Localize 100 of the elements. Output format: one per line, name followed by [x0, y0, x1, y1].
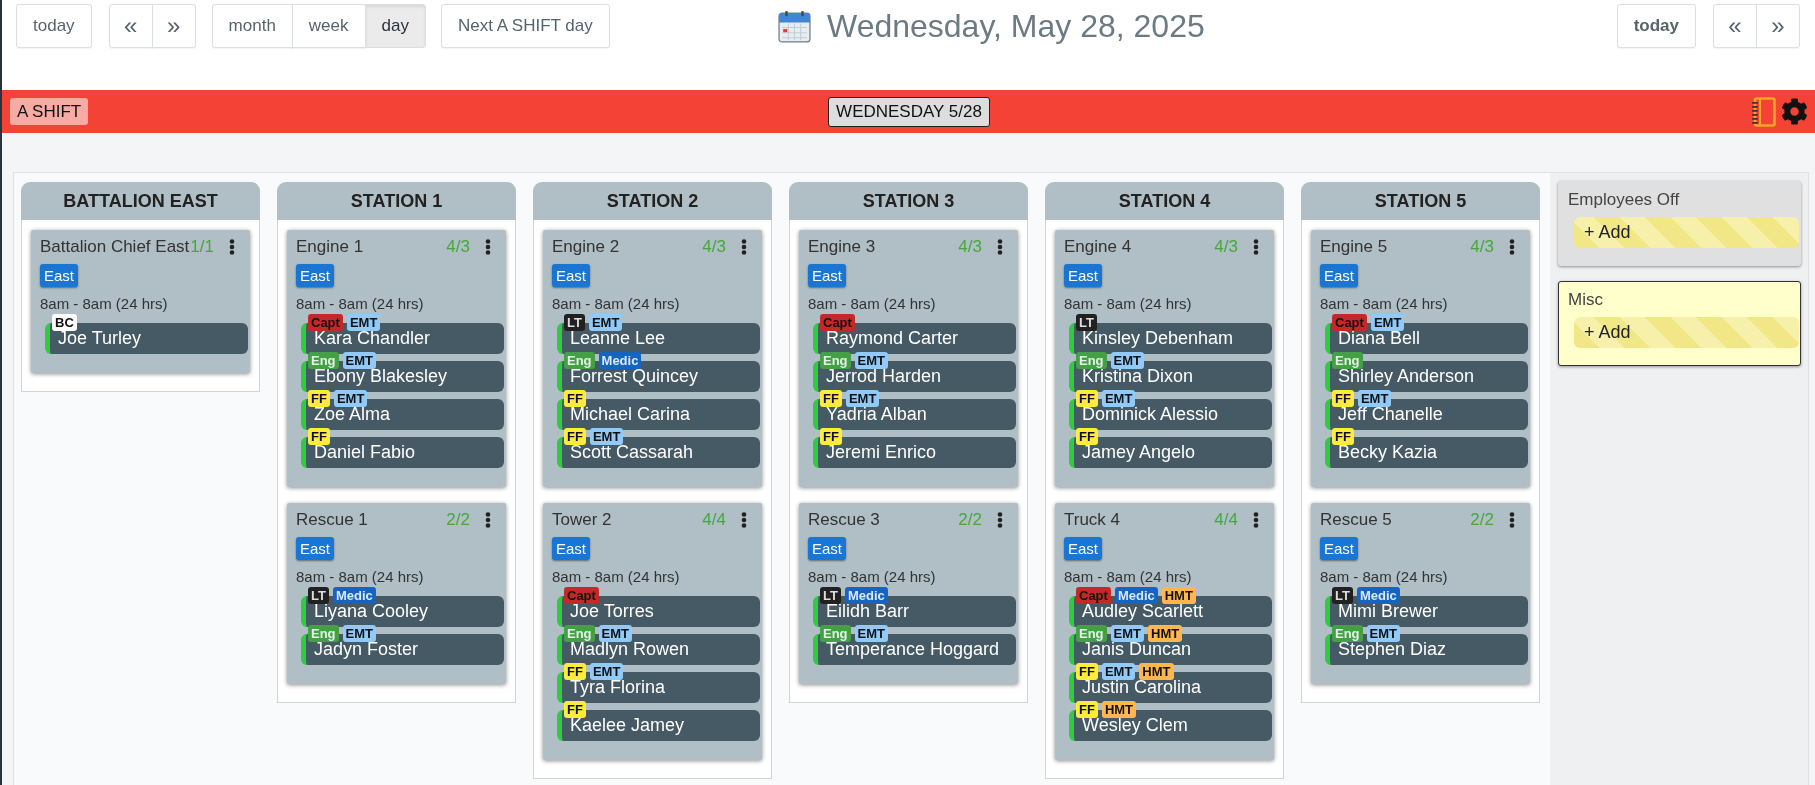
unit-name: Tower 2: [552, 510, 613, 530]
staffing-count: 4/3: [958, 237, 982, 257]
zone-tag: East: [296, 264, 334, 287]
qualification-tag: BC: [52, 314, 77, 331]
staffing-count: 4/3: [446, 237, 470, 257]
qualification-tag: FF: [1076, 428, 1098, 445]
today-button[interactable]: today: [16, 4, 92, 48]
calendar-icon: [778, 9, 811, 43]
qualification-tag: LT: [564, 314, 585, 331]
next-button[interactable]: »: [151, 4, 196, 48]
zone-tag: East: [552, 264, 590, 287]
qualification-tag: Eng: [308, 625, 339, 642]
qualification-tag: Medic: [332, 587, 376, 604]
more-options-icon[interactable]: [229, 239, 235, 255]
notebook-icon[interactable]: [1751, 96, 1776, 127]
staffing-count: 4/4: [702, 510, 726, 530]
qualification-tag: EMT: [589, 663, 624, 680]
qualification-tag: HMT: [1101, 701, 1137, 718]
zone-tag: East: [808, 537, 846, 560]
zone-tag: East: [1320, 537, 1358, 560]
qualification-tag: EMT: [854, 352, 888, 369]
more-options-icon[interactable]: [997, 512, 1003, 528]
zone-tag: East: [1320, 264, 1358, 287]
staffing-count: 4/3: [702, 237, 726, 257]
qualification-tag: FF: [564, 428, 586, 445]
column-header: BATTALION EAST: [21, 182, 260, 220]
shift-hours: 8am - 8am (24 hrs): [552, 567, 681, 587]
add-button[interactable]: + Add: [1574, 317, 1799, 348]
zone-tag: East: [1064, 264, 1102, 287]
more-options-icon[interactable]: [485, 239, 491, 255]
qualification-tag: FF: [1076, 701, 1098, 718]
more-options-icon[interactable]: [1509, 512, 1515, 528]
previous-button[interactable]: «: [108, 4, 153, 48]
zone-tag: East: [1064, 537, 1102, 560]
qualification-tag: EMT: [598, 625, 632, 642]
shift-hours: 8am - 8am (24 hrs): [1320, 294, 1449, 314]
more-options-icon[interactable]: [1253, 239, 1259, 255]
zone-tag: East: [808, 264, 846, 287]
more-options-icon[interactable]: [997, 239, 1003, 255]
qualification-tag: EMT: [1357, 390, 1392, 407]
more-options-icon[interactable]: [741, 512, 747, 528]
qualification-tag: Eng: [1076, 625, 1107, 642]
qualification-tag: FF: [820, 390, 842, 407]
qualification-tag: HMT: [1139, 663, 1174, 680]
next-shift-button[interactable]: Next A SHIFT day: [440, 4, 610, 48]
unit-name: Rescue 5: [1320, 510, 1393, 530]
shift-hours: 8am - 8am (24 hrs): [1064, 567, 1193, 587]
qualification-tag: EMT: [1101, 663, 1136, 680]
view-tab[interactable]: month: [211, 4, 293, 48]
view-tab[interactable]: day: [364, 4, 426, 48]
qualification-tag: EMT: [1110, 352, 1144, 369]
column-header: STATION 1: [277, 182, 516, 220]
column-header: STATION 5: [1301, 182, 1540, 220]
zone-tag: East: [552, 537, 590, 560]
qualification-tag: FF: [564, 663, 586, 680]
shift-hours: 8am - 8am (24 hrs): [1320, 567, 1449, 587]
shift-hours: 8am - 8am (24 hrs): [296, 567, 425, 587]
staffing-count: 2/2: [1470, 510, 1494, 530]
column-header: STATION 3: [789, 182, 1028, 220]
shift-hours: 8am - 8am (24 hrs): [808, 567, 937, 587]
unit-name: Engine 5: [1320, 237, 1389, 257]
shift-hours: 8am - 8am (24 hrs): [808, 294, 937, 314]
column-header: STATION 2: [533, 182, 772, 220]
view-tab[interactable]: week: [291, 4, 366, 48]
qualification-tag: LT: [820, 587, 841, 604]
panel-title: Misc: [1568, 289, 1604, 311]
more-options-icon[interactable]: [741, 239, 747, 255]
shift-hours: 8am - 8am (24 hrs): [1064, 294, 1193, 314]
staffing-count: 1/1: [190, 237, 214, 257]
qualification-tag: LT: [1076, 314, 1097, 331]
unit-name: Rescue 1: [296, 510, 369, 530]
qualification-tag: HMT: [1148, 625, 1183, 642]
settings-icon[interactable]: [1781, 98, 1808, 125]
qualification-tag: Capt: [820, 314, 855, 331]
qualification-tag: Capt: [564, 587, 599, 604]
previous-button[interactable]: «: [1713, 4, 1757, 48]
staffing-count: 2/2: [446, 510, 470, 530]
qualification-tag: Medic: [1114, 587, 1158, 604]
qualification-tag: Medic: [844, 587, 888, 604]
date-button[interactable]: WEDNESDAY 5/28: [828, 96, 990, 127]
unit-name: Engine 2: [552, 237, 621, 257]
qualification-tag: LT: [1332, 587, 1353, 604]
more-options-icon[interactable]: [485, 512, 491, 528]
more-options-icon[interactable]: [1253, 512, 1259, 528]
qualification-tag: EMT: [342, 625, 376, 642]
unit-name: Rescue 3: [808, 510, 881, 530]
qualification-tag: FF: [1332, 390, 1354, 407]
add-button[interactable]: + Add: [1574, 217, 1799, 248]
zone-tag: East: [40, 264, 78, 287]
shift-hours: 8am - 8am (24 hrs): [552, 294, 681, 314]
unit-name: Battalion Chief East: [40, 237, 191, 257]
qualification-tag: Capt: [1332, 314, 1367, 331]
qualification-tag: EMT: [1110, 625, 1144, 642]
qualification-tag: EMT: [333, 390, 368, 407]
today-button[interactable]: today: [1616, 4, 1696, 48]
qualification-tag: EMT: [1370, 314, 1405, 331]
next-button[interactable]: »: [1756, 4, 1800, 48]
more-options-icon[interactable]: [1509, 239, 1515, 255]
shift-label: A SHIFT: [10, 98, 89, 125]
unit-name: Engine 3: [808, 237, 877, 257]
